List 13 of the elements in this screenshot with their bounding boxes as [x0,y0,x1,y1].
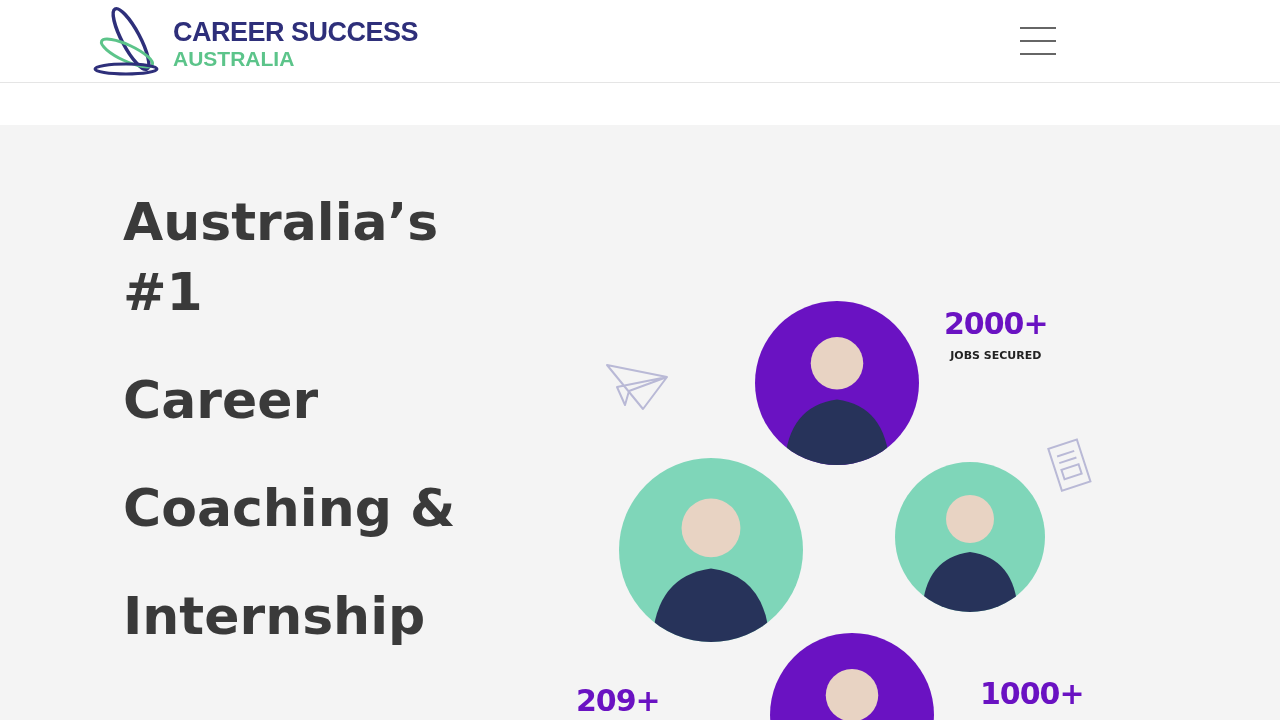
paper-plane-icon [605,363,669,411]
headline-text: Internship [123,585,427,648]
stat-value: 2000+ [944,306,1048,342]
logo-title: CAREER SUCCESS [173,19,419,46]
menu-icon[interactable] [1020,26,1056,56]
headline-text: Coaching & [123,477,457,540]
stat-label: JOBS SECURED [950,348,1042,364]
stat-value: 1000+ [980,676,1084,712]
stat-value: 209+ [576,683,660,719]
logo-subtitle: AUSTRALIA [173,48,296,69]
headline-text: Career [123,369,320,432]
headline-text: Australia’s #1 [123,191,440,324]
logo-icon [93,5,161,77]
